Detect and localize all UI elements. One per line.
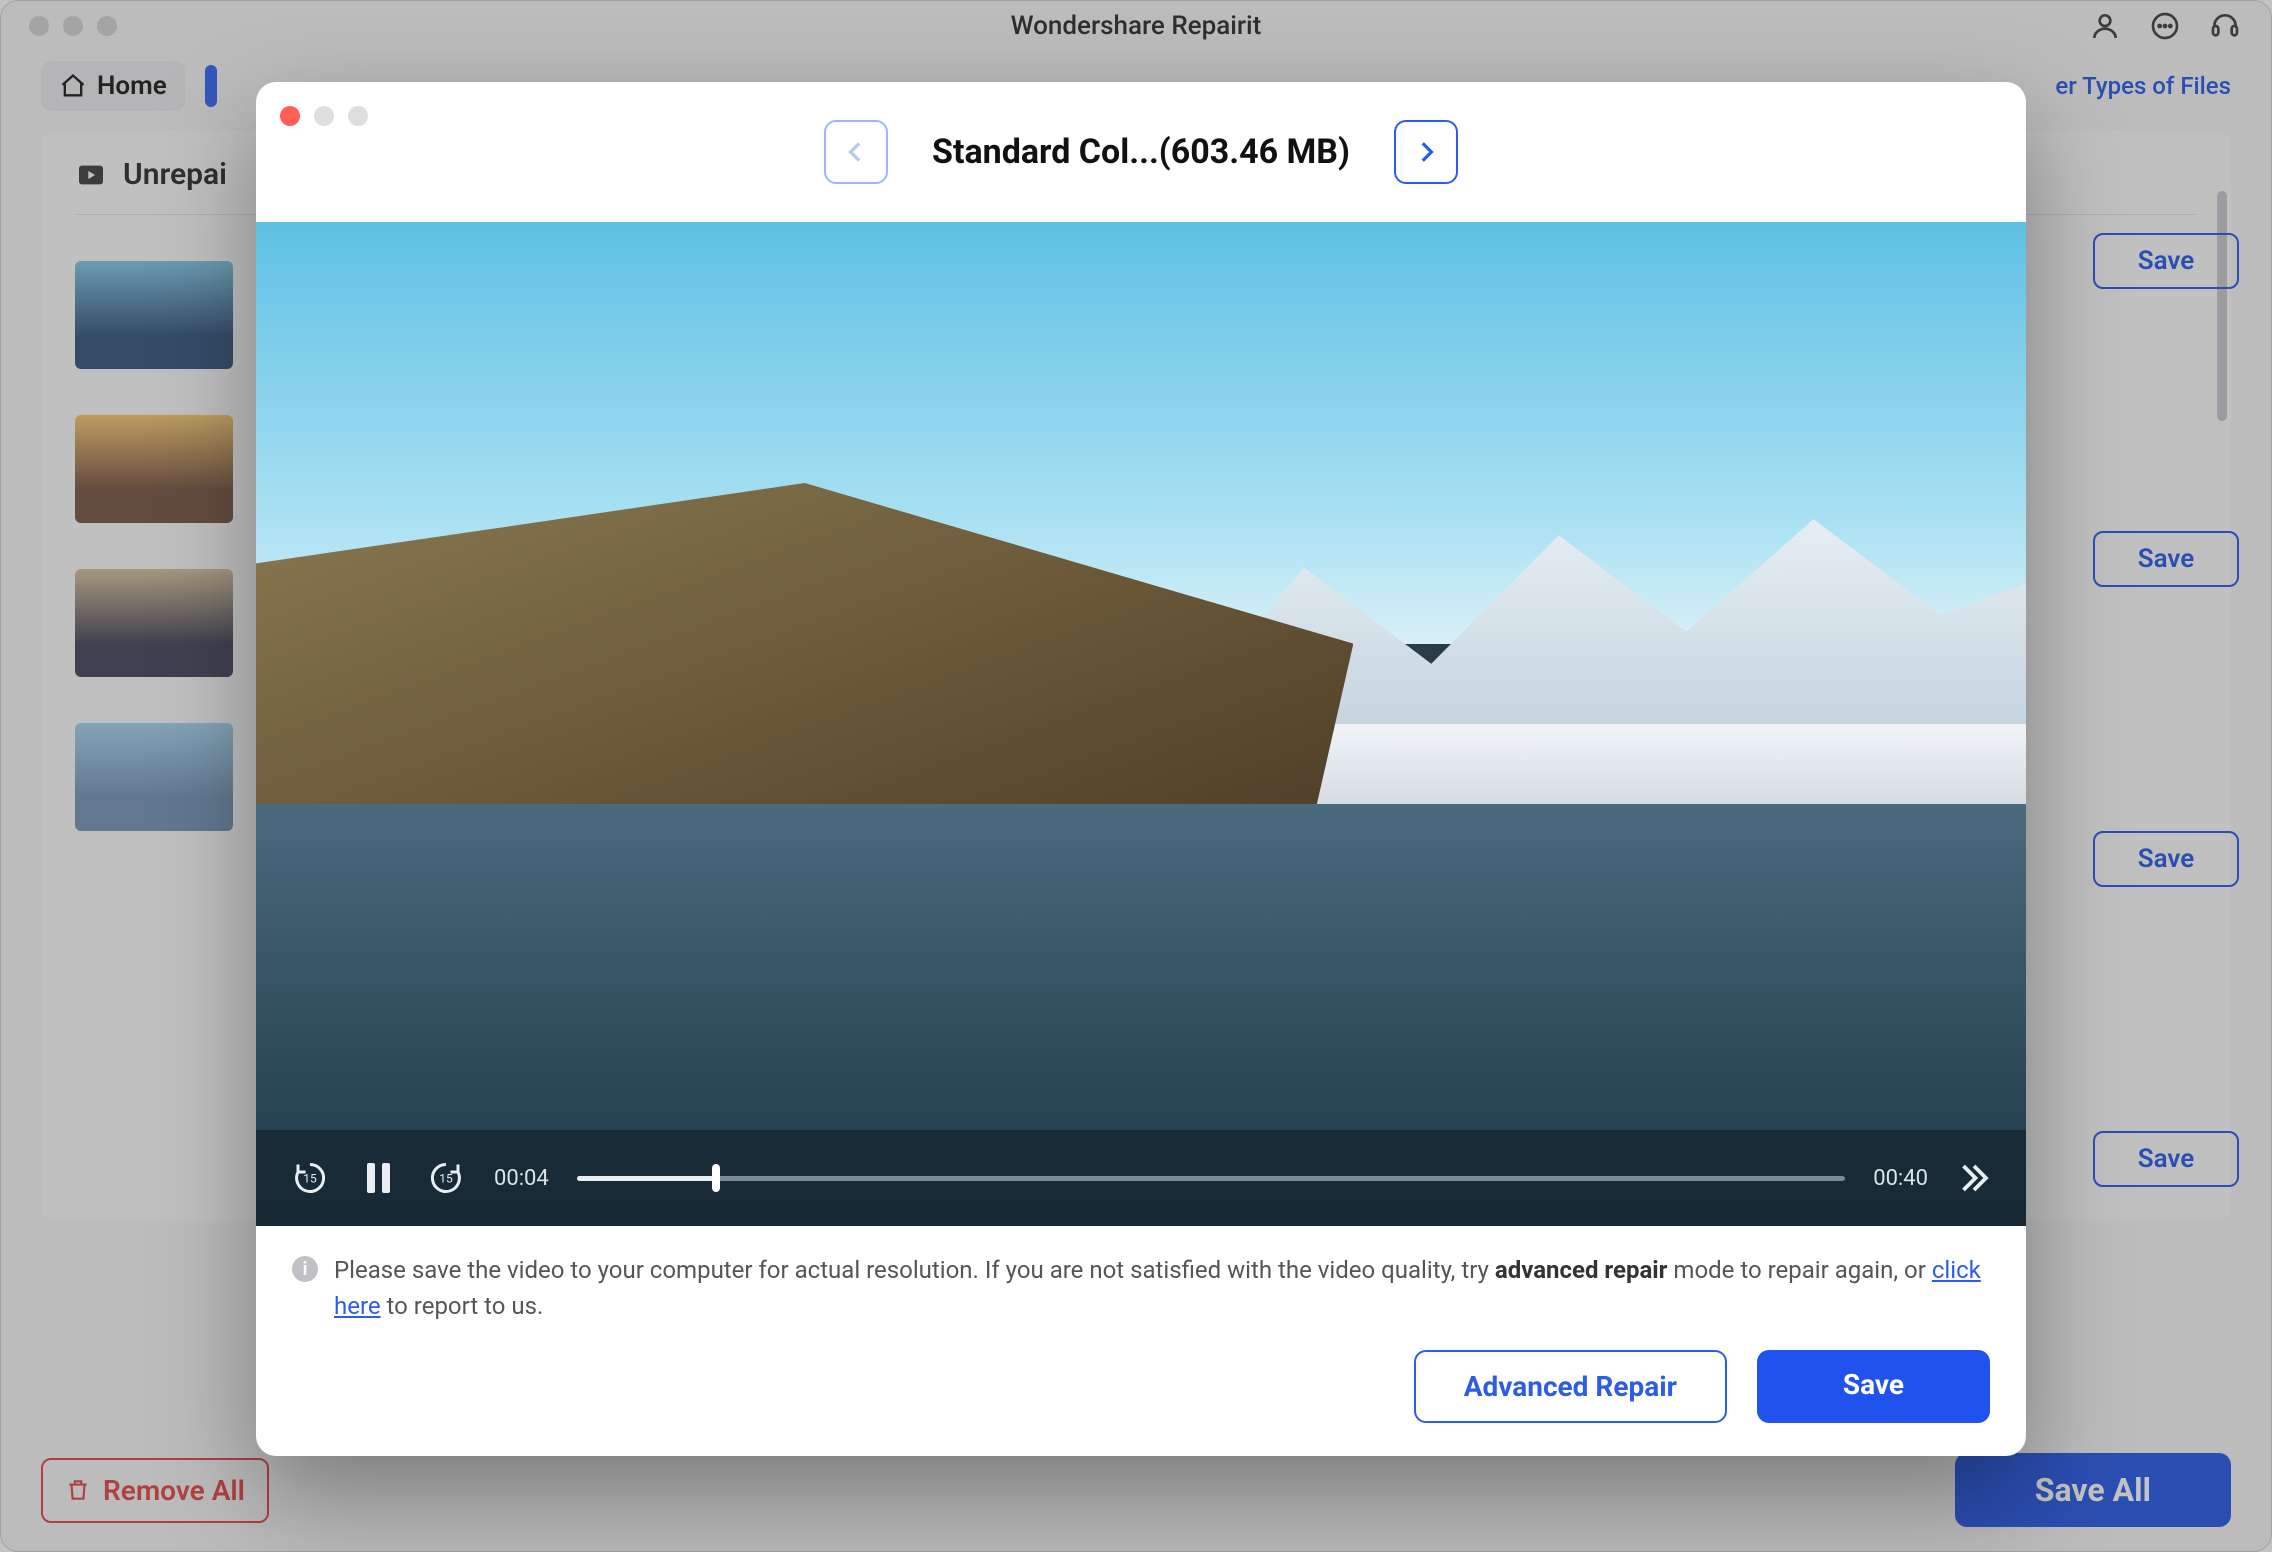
minimize-window-dot: [314, 106, 334, 126]
advanced-repair-button[interactable]: Advanced Repair: [1414, 1350, 1727, 1423]
prev-video-button[interactable]: [824, 120, 888, 184]
pause-icon: [367, 1163, 390, 1193]
zoom-window-dot: [348, 106, 368, 126]
video-player[interactable]: 15 15 00:04 00:40: [256, 222, 2026, 1226]
seek-fill: [577, 1176, 717, 1181]
skip-next-button[interactable]: [1956, 1160, 1992, 1196]
hint-message: Please save the video to your computer f…: [334, 1252, 1990, 1324]
svg-text:15: 15: [439, 1172, 453, 1186]
pause-button[interactable]: [358, 1158, 398, 1198]
seek-knob[interactable]: [712, 1164, 720, 1192]
hint-text: i Please save the video to your computer…: [292, 1252, 1990, 1324]
modal-title: Standard Col...(603.46 MB): [932, 132, 1350, 172]
video-frame: [256, 222, 2026, 1226]
next-video-button[interactable]: [1394, 120, 1458, 184]
double-chevron-right-icon: [1956, 1160, 1992, 1196]
chevron-left-icon: [843, 139, 869, 165]
current-time: 00:04: [494, 1166, 549, 1191]
svg-text:15: 15: [303, 1172, 317, 1186]
modal-footer: i Please save the video to your computer…: [256, 1226, 2026, 1456]
footer-actions: Advanced Repair Save: [292, 1350, 1990, 1423]
modal-header: Standard Col...(603.46 MB): [256, 82, 2026, 222]
video-preview-modal: Standard Col...(603.46 MB) 15 15 00:04: [256, 82, 2026, 1456]
seek-bar[interactable]: [577, 1176, 1845, 1181]
modal-traffic-lights: [280, 106, 368, 126]
info-icon: i: [292, 1256, 318, 1282]
modal-save-button[interactable]: Save: [1757, 1350, 1990, 1423]
close-window-dot[interactable]: [280, 106, 300, 126]
total-time: 00:40: [1873, 1166, 1928, 1191]
forward-15-button[interactable]: 15: [426, 1158, 466, 1198]
chevron-right-icon: [1413, 139, 1439, 165]
playback-controls: 15 15 00:04 00:40: [256, 1130, 2026, 1226]
rewind-15-button[interactable]: 15: [290, 1158, 330, 1198]
